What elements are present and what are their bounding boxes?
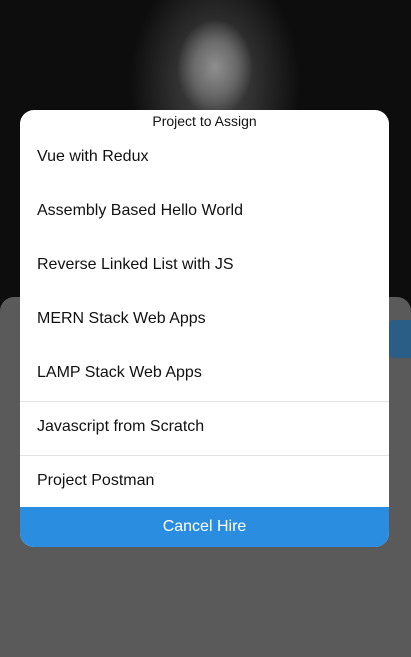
project-option-javascript-scratch[interactable]: Javascript from Scratch [20, 402, 389, 456]
project-option-lamp-stack[interactable]: LAMP Stack Web Apps [20, 348, 389, 402]
cancel-hire-button[interactable]: Cancel Hire [20, 507, 389, 547]
project-option-assembly-hello-world[interactable]: Assembly Based Hello World [20, 186, 389, 240]
project-option-reverse-linked-list[interactable]: Reverse Linked List with JS [20, 240, 389, 294]
background-button [389, 320, 411, 358]
project-option-vue-redux[interactable]: Vue with Redux [20, 132, 389, 186]
dialog-title: Project to Assign [152, 113, 257, 129]
project-options-list: Vue with Redux Assembly Based Hello Worl… [20, 132, 389, 510]
project-assign-dialog: Project to Assign Vue with Redux Assembl… [20, 110, 389, 547]
project-option-postman[interactable]: Project Postman [20, 456, 389, 510]
project-option-mern-stack[interactable]: MERN Stack Web Apps [20, 294, 389, 348]
